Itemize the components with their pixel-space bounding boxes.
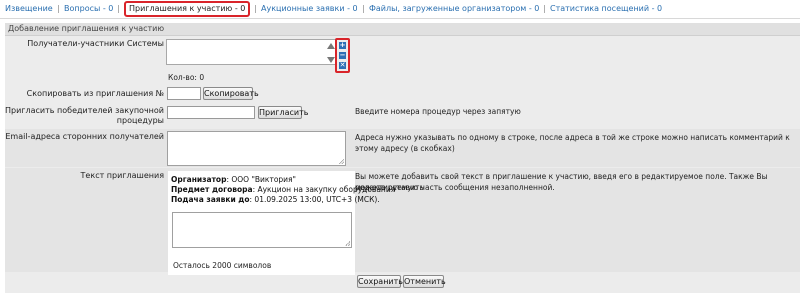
move-up-icon[interactable] bbox=[327, 43, 335, 49]
invite-winners-row: Пригласить победителей закупочной процед… bbox=[5, 103, 800, 128]
organizer-line: Организатор: ООО "Виктория" bbox=[171, 175, 297, 184]
recipients-controls: + − ✕ bbox=[335, 38, 350, 73]
copy-label: Скопировать из приглашения № bbox=[26, 89, 164, 98]
tab-separator: | bbox=[117, 4, 120, 13]
tab-organizer-files[interactable]: Файлы, загруженные организатором - 0 bbox=[369, 4, 539, 13]
message-row: Текст приглашения Вы можете добавить сво… bbox=[5, 168, 800, 272]
tab-auction-bids[interactable]: Аукционные заявки - 0 bbox=[261, 4, 358, 13]
section-title: Добавление приглашения к участию bbox=[8, 24, 165, 33]
tab-separator: | bbox=[254, 4, 257, 13]
message-editor: Организатор: ООО "Виктория" Предмет дого… bbox=[168, 171, 395, 275]
emails-row: Email-адреса сторонних получателей Адрес… bbox=[5, 129, 800, 167]
copy-button[interactable]: Скопировать bbox=[203, 87, 259, 100]
message-label: Текст приглашения bbox=[80, 171, 164, 180]
move-down-icon[interactable] bbox=[327, 57, 335, 63]
subject-line: Предмет договора: Аукцион на закупку обо… bbox=[171, 185, 396, 194]
tab-notice[interactable]: Извещение bbox=[5, 4, 53, 13]
cancel-button[interactable]: Отменить bbox=[403, 275, 446, 288]
message-textarea[interactable] bbox=[172, 212, 352, 248]
remove-recipient-icon[interactable]: − bbox=[339, 52, 346, 59]
procedure-numbers-input[interactable] bbox=[167, 106, 255, 119]
resize-handle-icon[interactable] bbox=[339, 159, 344, 164]
emails-textarea[interactable] bbox=[167, 131, 346, 166]
invitation-form-panel: Добавление приглашения к участию Получат… bbox=[5, 23, 800, 293]
tab-separator: | bbox=[57, 4, 60, 13]
tab-invitations[interactable]: Приглашения к участию - 0 bbox=[124, 1, 251, 17]
invite-winners-hint: Введите номера процедур через запятую bbox=[355, 107, 521, 116]
copy-row: Скопировать из приглашения № Скопировать bbox=[5, 85, 800, 102]
tab-separator: | bbox=[543, 4, 546, 13]
remaining-characters: Осталось 2000 символов bbox=[173, 261, 272, 270]
recipients-listbox[interactable] bbox=[166, 39, 336, 65]
clear-recipients-icon[interactable]: ✕ bbox=[339, 62, 346, 69]
section-header: Добавление приглашения к участию bbox=[5, 23, 800, 36]
tab-underline bbox=[0, 18, 800, 19]
tab-questions[interactable]: Вопросы - 0 bbox=[64, 4, 113, 13]
tab-visit-stats[interactable]: Статистика посещений - 0 bbox=[550, 4, 662, 13]
invite-winners-label-2: процедуры bbox=[116, 116, 164, 125]
recipients-label: Получатели-участники Системы bbox=[27, 39, 164, 48]
invite-winners-label-1: Пригласить победителей закупочной bbox=[5, 106, 164, 115]
save-button[interactable]: Сохранить bbox=[357, 275, 403, 288]
invite-button[interactable]: Пригласить bbox=[258, 106, 308, 119]
resize-handle-icon[interactable] bbox=[345, 241, 350, 246]
tab-bar: Извещение | Вопросы - 0 | Приглашения к … bbox=[0, 0, 800, 18]
tab-separator: | bbox=[362, 4, 365, 13]
emails-label: Email-адреса сторонних получателей bbox=[5, 132, 164, 141]
deadline-line: Подача заявки до: 01.09.2025 13:00, UTC+… bbox=[171, 195, 380, 204]
emails-hint: Адреса нужно указывать по одному в строк… bbox=[355, 133, 790, 153]
recipients-row: Получатели-участники Системы + − ✕ Кол-в… bbox=[5, 36, 800, 84]
copy-number-input[interactable] bbox=[167, 87, 201, 100]
add-recipient-icon[interactable]: + bbox=[339, 42, 346, 49]
recipients-count: Кол-во: 0 bbox=[168, 73, 205, 82]
